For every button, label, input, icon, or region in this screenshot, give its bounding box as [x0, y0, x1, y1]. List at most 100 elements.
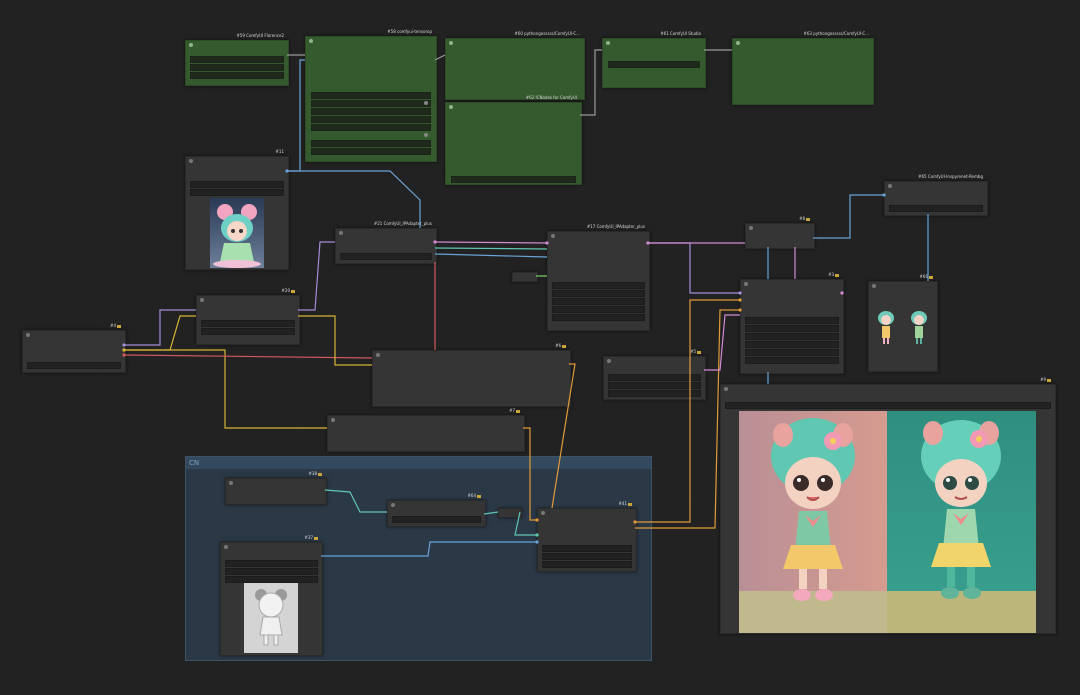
node-3-ksampler[interactable]: #3 — [740, 272, 844, 374]
pin-icon — [806, 217, 810, 221]
widget-field[interactable] — [889, 205, 983, 212]
widget-field[interactable] — [340, 253, 432, 260]
widget-field[interactable] — [745, 357, 839, 364]
node-title: #65 ComfyUI-Inspyrenet-Rembg — [918, 174, 983, 179]
reroute-node[interactable] — [498, 508, 522, 518]
node-37-load-image[interactable]: #37 — [220, 535, 323, 656]
collapse-icon[interactable] — [309, 39, 313, 43]
widget-field[interactable] — [190, 189, 284, 196]
widget-field[interactable] — [552, 282, 645, 289]
node-65-rembg[interactable]: #65 ComfyUI-Inspyrenet-Rembg — [884, 174, 988, 216]
collapse-icon[interactable] — [541, 511, 545, 515]
widget-field[interactable] — [27, 362, 121, 369]
widget-field[interactable] — [608, 390, 701, 397]
widget-field[interactable] — [311, 92, 431, 99]
collapse-icon[interactable] — [606, 41, 610, 45]
node-8[interactable]: #8 — [745, 216, 815, 249]
widget-field[interactable] — [608, 61, 700, 68]
toggle-icon[interactable] — [424, 133, 428, 137]
group-title[interactable]: CN — [186, 457, 651, 469]
node-title: #3 — [828, 272, 839, 277]
node-11-load-image[interactable]: #11 — [185, 149, 289, 270]
widget-field[interactable] — [552, 290, 645, 297]
node-5-latent[interactable]: #5 — [603, 349, 706, 400]
node-20[interactable]: #20 — [196, 288, 300, 345]
node-title: #6 — [555, 343, 566, 348]
pin-icon — [628, 502, 632, 506]
widget-field[interactable] — [608, 374, 701, 381]
widget-field[interactable] — [311, 116, 431, 123]
node-6-prompt[interactable]: #6 — [372, 343, 571, 407]
widget-field[interactable] — [311, 148, 431, 155]
collapse-icon[interactable] — [224, 545, 228, 549]
collapse-icon[interactable] — [26, 333, 30, 337]
collapse-icon[interactable] — [331, 418, 335, 422]
collapse-icon[interactable] — [872, 284, 876, 288]
widget-field[interactable] — [552, 314, 645, 321]
node-60-pythongosssss[interactable]: #60 pythongosssss/ComfyUI-C... — [445, 31, 585, 100]
node-59-florence2[interactable]: #59 ComfyUI Florence2 — [185, 33, 289, 86]
widget-field[interactable] — [745, 349, 839, 356]
collapse-icon[interactable] — [736, 41, 740, 45]
node-title: #4 — [110, 323, 121, 328]
node-41-controlnet-apply[interactable]: #41 — [537, 501, 637, 572]
collapse-icon[interactable] — [724, 387, 728, 391]
collapse-icon[interactable] — [376, 353, 380, 357]
node-61-comfyui-studio[interactable]: #61 ComfyUI Studio — [602, 31, 706, 88]
node-63-pythongosssss[interactable]: #63 pythongosssss/ComfyUI-C... — [732, 31, 874, 105]
node-66-preview[interactable]: #66 — [868, 274, 938, 372]
pin-icon — [929, 275, 933, 279]
widget-field[interactable] — [190, 64, 284, 71]
node-7-negative-prompt[interactable]: #7 — [327, 408, 525, 452]
node-4-checkpoint-loader[interactable]: #4 — [22, 323, 126, 373]
widget-field[interactable] — [225, 568, 318, 575]
node-58-tensorop[interactable]: #58 comfyui-tensorop — [305, 29, 437, 162]
widget-field[interactable] — [542, 553, 632, 560]
collapse-icon[interactable] — [607, 359, 611, 363]
widget-field[interactable] — [608, 382, 701, 389]
widget-field[interactable] — [311, 124, 431, 131]
collapse-icon[interactable] — [449, 105, 453, 109]
widget-field[interactable] — [311, 100, 431, 107]
pin-icon — [516, 409, 520, 413]
reroute-node[interactable] — [512, 272, 538, 282]
collapse-icon[interactable] — [449, 41, 453, 45]
widget-field[interactable] — [311, 108, 431, 115]
widget-field[interactable] — [190, 181, 284, 188]
collapse-icon[interactable] — [189, 159, 193, 163]
collapse-icon[interactable] — [229, 481, 233, 485]
widget-field[interactable] — [745, 325, 839, 332]
widget-field[interactable] — [225, 560, 318, 567]
collapse-icon[interactable] — [391, 503, 395, 507]
widget-field[interactable] — [392, 516, 481, 523]
node-38[interactable]: #38 — [225, 471, 327, 505]
collapse-icon[interactable] — [200, 298, 204, 302]
node-9-save-image[interactable]: #9 — [720, 377, 1056, 634]
widget-field[interactable] — [725, 402, 1051, 409]
collapse-icon[interactable] — [749, 226, 753, 230]
widget-field[interactable] — [225, 576, 318, 583]
widget-field[interactable] — [190, 56, 284, 63]
widget-field[interactable] — [552, 306, 645, 313]
node-62-icnodes[interactable]: #62 ICNodes for ComfyUI — [445, 95, 582, 185]
toggle-icon[interactable] — [424, 101, 428, 105]
node-64[interactable]: #64 — [387, 493, 486, 527]
collapse-icon[interactable] — [339, 231, 343, 235]
collapse-icon[interactable] — [744, 282, 748, 286]
widget-field[interactable] — [745, 341, 839, 348]
widget-field[interactable] — [542, 561, 632, 568]
widget-field[interactable] — [451, 176, 576, 183]
widget-field[interactable] — [745, 333, 839, 340]
widget-field[interactable] — [542, 545, 632, 552]
collapse-icon[interactable] — [189, 43, 193, 47]
widget-field[interactable] — [190, 72, 284, 79]
node-17-ipadapter[interactable]: #17 ComfyUI_IPAdapter_plus — [547, 224, 650, 331]
collapse-icon[interactable] — [551, 234, 555, 238]
widget-field[interactable] — [311, 140, 431, 147]
widget-field[interactable] — [745, 317, 839, 324]
widget-field[interactable] — [201, 320, 295, 327]
collapse-icon[interactable] — [888, 184, 892, 188]
widget-field[interactable] — [201, 328, 295, 335]
node-21-ipadapter[interactable]: #21 ComfyUI_IPAdapter_plus — [335, 221, 437, 264]
widget-field[interactable] — [552, 298, 645, 305]
